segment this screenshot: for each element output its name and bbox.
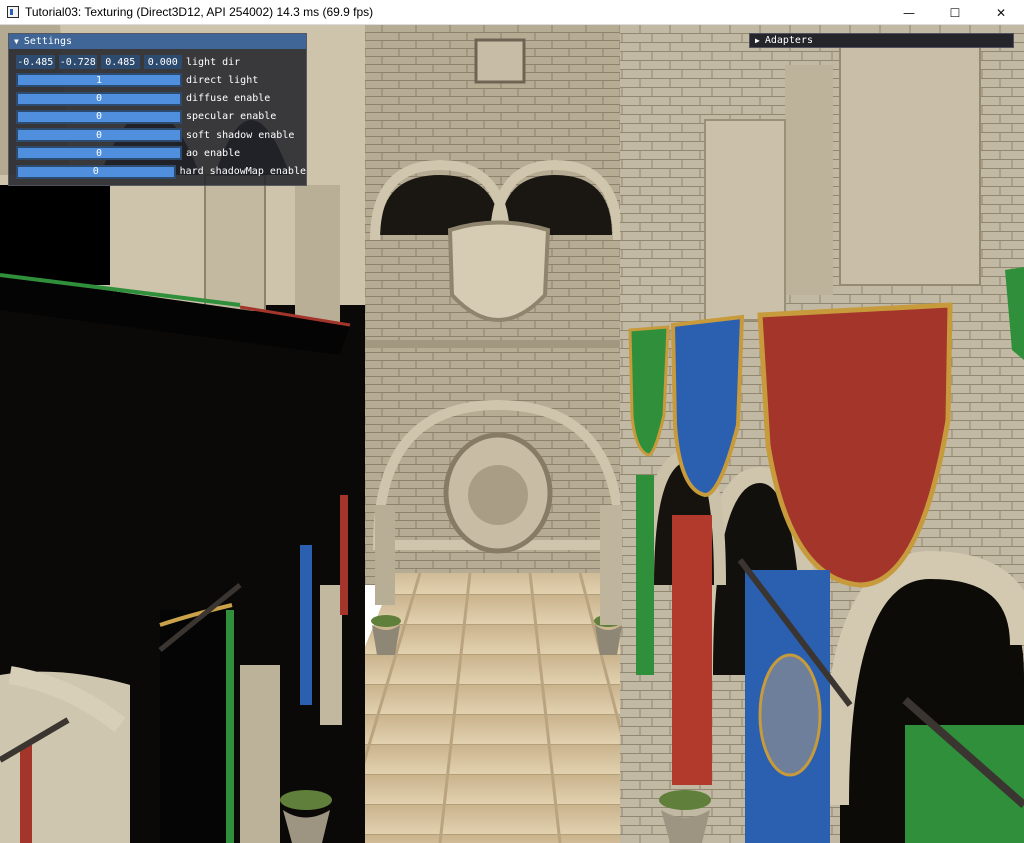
window-titlebar[interactable]: Tutorial03: Texturing (Direct3D12, API 2…: [0, 0, 1024, 25]
ao-enable-label: ao enable: [186, 147, 241, 159]
collapse-arrow-icon[interactable]: ▼: [14, 37, 19, 46]
diffuse-enable-label: diffuse enable: [186, 93, 271, 105]
direct-light-label: direct light: [186, 74, 259, 86]
hard-shadowmap-enable-label: hard shadowMap enable: [179, 166, 306, 178]
app-window-icon: [7, 6, 19, 18]
specular-enable-label: specular enable: [186, 111, 277, 123]
expand-arrow-icon[interactable]: ▶: [755, 36, 760, 45]
light-dir-z-field[interactable]: 0.485: [101, 55, 140, 69]
light-dir-w-field[interactable]: 0.000: [143, 55, 182, 69]
settings-title: Settings: [23, 36, 72, 47]
light-dir-x-field[interactable]: -0.485: [16, 55, 55, 69]
adapters-panel[interactable]: ▶ Adapters: [749, 33, 1014, 48]
slider-row: 0 hard shadowMap enable: [16, 164, 306, 180]
window-title: Tutorial03: Texturing (Direct3D12, API 2…: [25, 5, 374, 19]
window-controls: — ☐ ✕: [886, 0, 1024, 25]
diffuse-enable-slider[interactable]: 0: [16, 91, 182, 106]
light-dir-row: -0.485 -0.728 0.485 0.000 light dir: [16, 54, 306, 70]
close-button[interactable]: ✕: [978, 0, 1024, 25]
slider-row: 0 specular enable: [16, 109, 306, 125]
slider-row: 0 ao enable: [16, 145, 306, 161]
slider-row: 0 diffuse enable: [16, 91, 306, 107]
adapters-title: Adapters: [764, 35, 813, 46]
light-dir-y-field[interactable]: -0.728: [58, 55, 97, 69]
settings-title-bar[interactable]: ▼ Settings: [9, 34, 306, 49]
soft-shadow-enable-slider[interactable]: 0: [16, 128, 182, 143]
settings-panel[interactable]: ▼ Settings -0.485 -0.728 0.485 0.000 lig…: [8, 33, 307, 186]
ao-enable-slider[interactable]: 0: [16, 146, 182, 161]
slider-row: 0 soft shadow enable: [16, 127, 306, 143]
hard-shadowmap-enable-slider[interactable]: 0: [16, 164, 176, 179]
slider-row: 1 direct light: [16, 72, 306, 88]
light-dir-label: light dir: [186, 56, 241, 68]
specular-enable-slider[interactable]: 0: [16, 109, 182, 124]
maximize-button[interactable]: ☐: [932, 0, 978, 25]
soft-shadow-enable-label: soft shadow enable: [186, 129, 295, 141]
minimize-button[interactable]: —: [886, 0, 932, 25]
direct-light-slider[interactable]: 1: [16, 73, 182, 88]
